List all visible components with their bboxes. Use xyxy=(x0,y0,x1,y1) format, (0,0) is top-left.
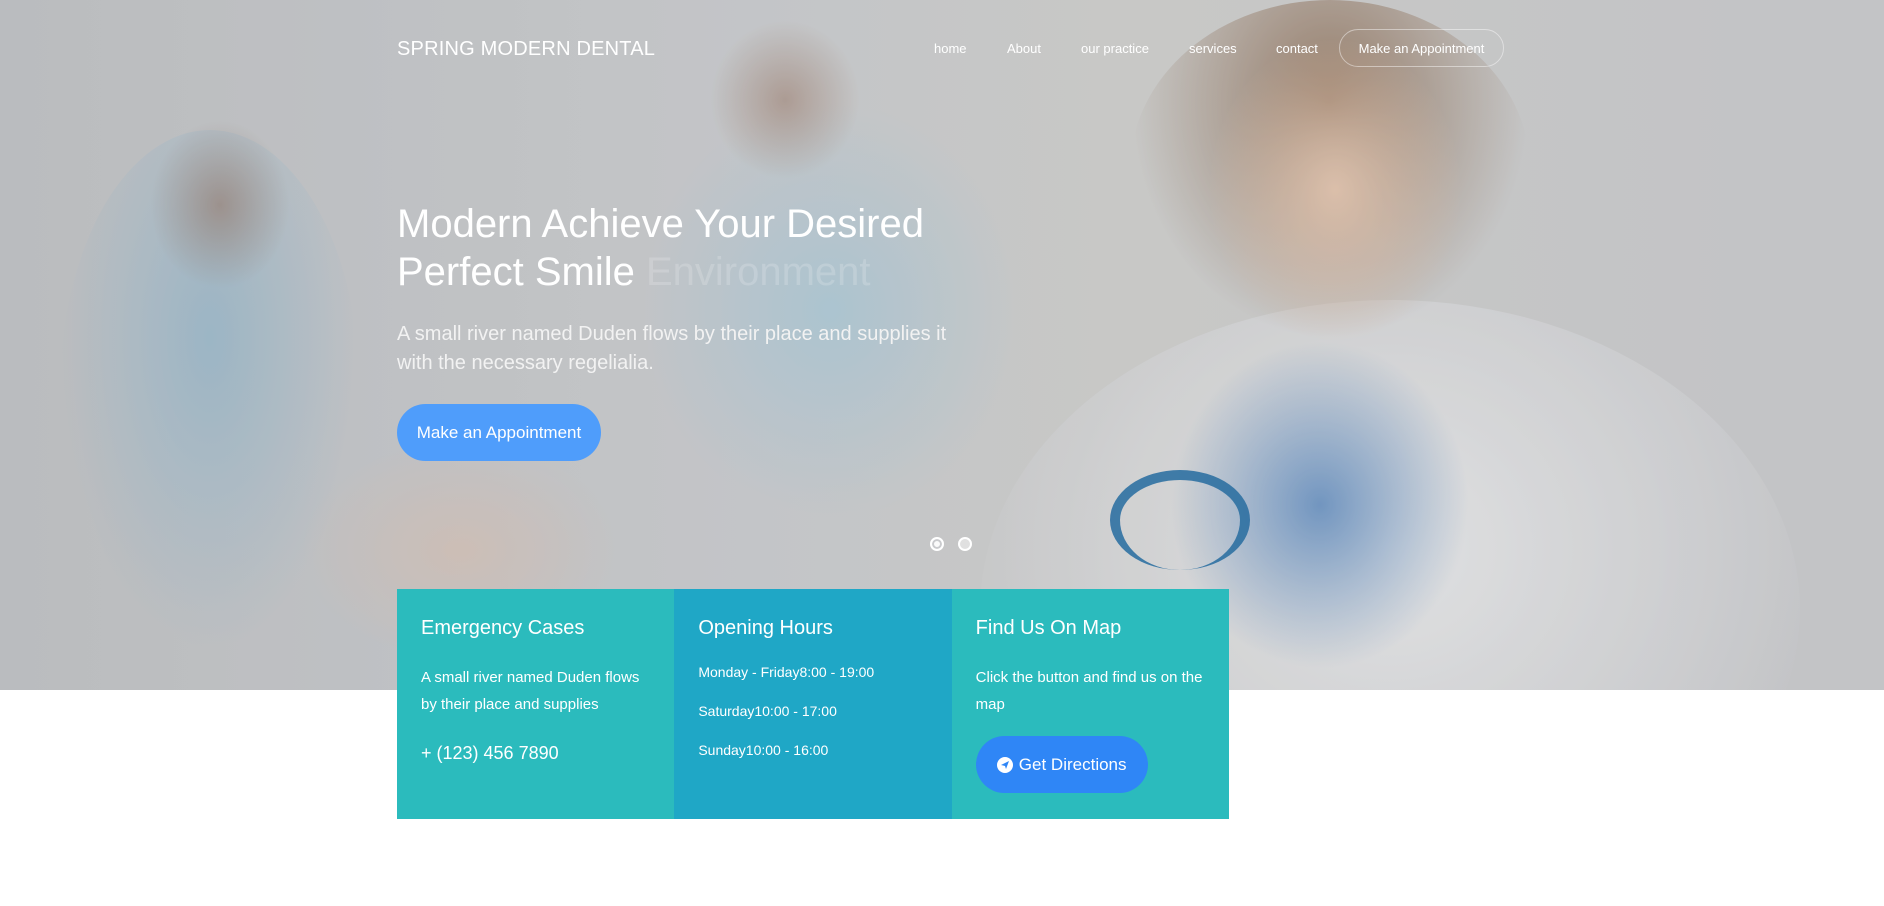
hours-card: Opening Hours Monday - Friday8:00 - 19:0… xyxy=(674,589,952,819)
site-logo[interactable]: SPRING MODERN DENTAL xyxy=(397,38,655,61)
hero-title: Modern Achieve Your Desired Perfect Smil… xyxy=(397,200,957,296)
hours-row-saturday: Saturday10:00 - 17:00 xyxy=(698,703,837,719)
info-cards: Emergency Cases A small river named Dude… xyxy=(397,589,1229,819)
emergency-phone[interactable]: + (123) 456 7890 xyxy=(421,740,650,767)
hours-title: Opening Hours xyxy=(698,617,833,639)
nav-item-our-practice[interactable]: our practice xyxy=(1081,41,1149,56)
slider-dot-1[interactable] xyxy=(930,537,944,551)
nav-appointment-button[interactable]: Make an Appointment xyxy=(1339,29,1504,67)
nav-item-home[interactable]: home xyxy=(934,41,967,56)
map-title: Find Us On Map xyxy=(975,617,1122,639)
emergency-text: A small river named Duden flows by their… xyxy=(421,669,640,713)
hero-banner: SPRING MODERN DENTAL home About our prac… xyxy=(0,0,1884,690)
get-directions-button[interactable]: Get Directions xyxy=(975,736,1148,793)
emergency-title: Emergency Cases xyxy=(421,617,585,639)
nav-item-services[interactable]: services xyxy=(1189,41,1237,56)
slider-dot-2[interactable] xyxy=(958,537,972,551)
hero-subtitle: A small river named Duden flows by their… xyxy=(397,323,947,374)
map-card: Find Us On Map Click the button and find… xyxy=(951,589,1229,819)
emergency-card: Emergency Cases A small river named Dude… xyxy=(397,589,675,819)
nav-item-about[interactable]: About xyxy=(1007,41,1041,56)
send-icon xyxy=(996,756,1013,773)
hero-appointment-button[interactable]: Make an Appointment xyxy=(397,404,601,461)
nav-item-contact[interactable]: contact xyxy=(1276,41,1318,56)
hero-title-faded: Environment xyxy=(645,250,871,294)
hours-row-sunday: Sunday10:00 - 16:00 xyxy=(698,742,829,758)
map-text: Click the button and find us on the map xyxy=(975,669,1203,713)
get-directions-label: Get Directions xyxy=(1018,754,1127,774)
hours-row-weekdays: Monday - Friday8:00 - 19:00 xyxy=(698,664,875,680)
